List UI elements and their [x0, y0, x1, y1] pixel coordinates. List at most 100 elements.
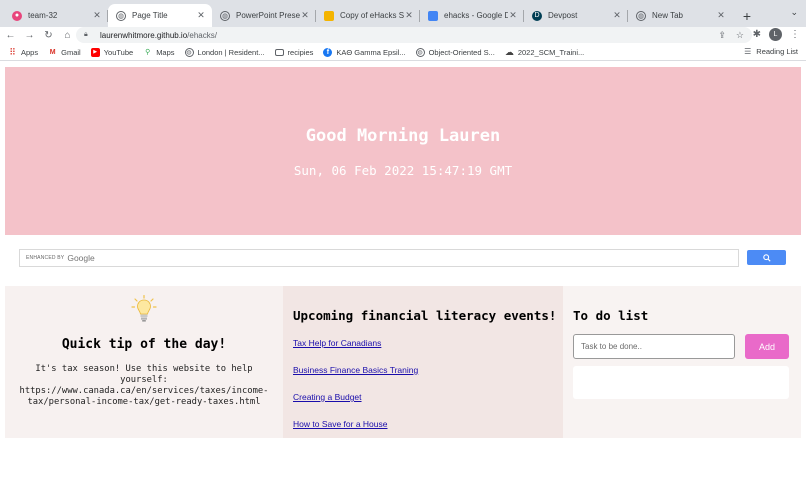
tab-title: Devpost — [548, 11, 578, 20]
tab-title: Copy of eHacks Slide — [340, 11, 404, 20]
bookmark-label: 2022_SCM_Traini... — [517, 47, 585, 57]
search-input[interactable]: ENHANCED BY Google — [19, 249, 739, 267]
tab-strip: ● team-32 ✕ ◍ Page Title ✕ ◍ PowerPoint … — [0, 0, 806, 27]
more-menu-icon[interactable]: ⋮ — [790, 29, 800, 40]
reading-list-label: Reading List — [756, 47, 798, 56]
bookmarks-bar: ⠿ Apps M Gmail ▶ YouTube ⚲ Maps ◍ London… — [0, 44, 806, 61]
close-icon[interactable]: ✕ — [300, 10, 310, 21]
search-icon — [762, 253, 771, 262]
enhanced-by-label: ENHANCED BY — [26, 255, 65, 261]
events-list: Tax Help for Canadians Business Finance … — [293, 333, 563, 432]
todo-list — [573, 366, 789, 399]
current-datetime: Sun, 06 Feb 2022 15:47:19 GMT — [293, 163, 513, 178]
forward-arrow-icon[interactable]: → — [21, 30, 38, 41]
reading-list-button[interactable]: ☰ Reading List — [744, 47, 798, 56]
tip-text: It's tax season! Use this website to hel… — [19, 364, 269, 407]
bookmark-kappa[interactable]: f KAΘ Gamma Epsil... — [323, 47, 406, 57]
todo-panel: To do list Add — [563, 286, 801, 438]
address-bar[interactable]: 🔒︎ laurenwhitmore.github.io/ehacks/ ⇪ ☆ — [76, 27, 752, 43]
reload-icon[interactable]: ↻ — [40, 30, 57, 41]
lightbulb-icon — [131, 294, 157, 323]
bookmark-recipies[interactable]: recipies — [274, 47, 314, 57]
lock-icon: 🔒︎ — [84, 31, 88, 38]
tip-heading: Quick tip of the day! — [61, 337, 227, 352]
close-icon[interactable]: ✕ — [196, 10, 206, 21]
profile-avatar[interactable]: L — [769, 28, 782, 41]
back-arrow-icon[interactable]: ← — [2, 30, 19, 41]
close-icon[interactable]: ✕ — [508, 10, 518, 21]
gmail-icon: M — [49, 48, 56, 56]
address-path: /ehacks/ — [187, 30, 217, 40]
bookmark-label: Gmail — [61, 47, 81, 57]
chevron-down-icon[interactable]: ⌄ — [790, 7, 798, 18]
list-item: Business Finance Basics Traning — [293, 360, 563, 378]
todo-heading: To do list — [573, 308, 649, 323]
new-tab-plus-icon[interactable]: + — [736, 4, 758, 27]
list-item: How to Save for a House — [293, 414, 563, 432]
bookmark-label: Maps — [156, 47, 175, 57]
event-link[interactable]: Business Finance Basics Traning — [293, 365, 418, 375]
google-logo: Google — [67, 253, 95, 263]
home-icon[interactable]: ⌂ — [59, 30, 76, 41]
tab-title: team-32 — [28, 11, 58, 20]
event-link[interactable]: How to Save for a House — [293, 419, 388, 429]
bookmark-london[interactable]: ◍ London | Resident... — [184, 47, 265, 57]
close-icon[interactable]: ✕ — [92, 10, 102, 21]
event-link[interactable]: Creating a Budget — [293, 392, 362, 402]
bookmark-maps[interactable]: ⚲ Maps — [143, 48, 174, 57]
globe-icon: ◍ — [184, 47, 194, 57]
greeting-banner: Good Morning Lauren Sun, 06 Feb 2022 15:… — [5, 67, 801, 235]
list-item: Tax Help for Canadians — [293, 333, 563, 351]
tab-title: New Tab — [652, 11, 683, 20]
close-icon[interactable]: ✕ — [404, 10, 414, 21]
tab-docs[interactable]: ehacks - Google Doc ✕ — [420, 4, 524, 27]
share-icon[interactable]: ⇪ — [718, 30, 726, 41]
tab-devpost[interactable]: D Devpost ✕ — [524, 4, 628, 27]
extensions-puzzle-icon[interactable]: ✱ — [753, 29, 761, 40]
search-button[interactable] — [747, 250, 786, 265]
docs-icon — [428, 10, 438, 21]
tab-title: PowerPoint Presentat — [236, 11, 300, 20]
tab-powerpoint[interactable]: ◍ PowerPoint Presentat ✕ — [212, 4, 316, 27]
bookmark-label: Apps — [21, 47, 39, 57]
bookmark-label: recipies — [287, 47, 314, 57]
content-columns: Quick tip of the day! It's tax season! U… — [5, 286, 801, 438]
events-panel: Upcoming financial literacy events! Tax … — [283, 286, 563, 438]
slides-icon — [324, 10, 334, 21]
close-icon[interactable]: ✕ — [612, 10, 622, 21]
list-item: Creating a Budget — [293, 387, 563, 405]
tab-team-32[interactable]: ● team-32 ✕ — [4, 4, 108, 27]
globe-icon: ◍ — [415, 47, 425, 57]
bookmark-scm[interactable]: ☁ 2022_SCM_Traini... — [505, 47, 585, 57]
bookmark-label: Object-Oriented S... — [428, 47, 495, 57]
globe-icon: ◍ — [116, 10, 126, 21]
facebook-icon: f — [323, 47, 333, 57]
apps-grid-icon: ⠿ — [9, 46, 16, 57]
tab-title: ehacks - Google Doc — [444, 11, 508, 20]
event-link[interactable]: Tax Help for Canadians — [293, 338, 381, 348]
google-custom-search: ENHANCED BY Google — [19, 249, 787, 269]
tab-new-tab[interactable]: ◍ New Tab ✕ — [628, 4, 732, 27]
events-heading: Upcoming financial literacy events! — [293, 308, 557, 323]
bookmark-label: London | Resident... — [197, 47, 265, 57]
tab-page-title[interactable]: ◍ Page Title ✕ — [108, 4, 212, 27]
bookmark-gmail[interactable]: M Gmail — [48, 48, 81, 57]
tab-title: Page Title — [132, 11, 168, 20]
bookmark-label: YouTube — [103, 47, 134, 57]
reading-list-icon: ☰ — [744, 47, 752, 56]
web-page: Good Morning Lauren Sun, 06 Feb 2022 15:… — [0, 61, 806, 504]
globe-icon: ◍ — [220, 10, 230, 21]
star-icon[interactable]: ☆ — [736, 30, 744, 41]
task-input[interactable] — [573, 334, 735, 359]
browser-toolbar: ← → ↻ ⌂ 🔒︎ laurenwhitmore.github.io/ehac… — [0, 27, 806, 44]
address-host: laurenwhitmore.github.io — [100, 30, 188, 40]
add-task-button[interactable]: Add — [745, 334, 789, 359]
maps-pin-icon: ⚲ — [145, 49, 151, 56]
tab-slides[interactable]: Copy of eHacks Slide ✕ — [316, 4, 420, 27]
bookmark-youtube[interactable]: ▶ YouTube — [90, 47, 134, 57]
bookmark-oop[interactable]: ◍ Object-Oriented S... — [415, 47, 495, 57]
devpost-icon: D — [532, 10, 542, 21]
close-icon[interactable]: ✕ — [716, 10, 726, 21]
chrome-icon: ◍ — [636, 10, 646, 21]
bookmark-apps[interactable]: ⠿ Apps — [8, 46, 39, 57]
